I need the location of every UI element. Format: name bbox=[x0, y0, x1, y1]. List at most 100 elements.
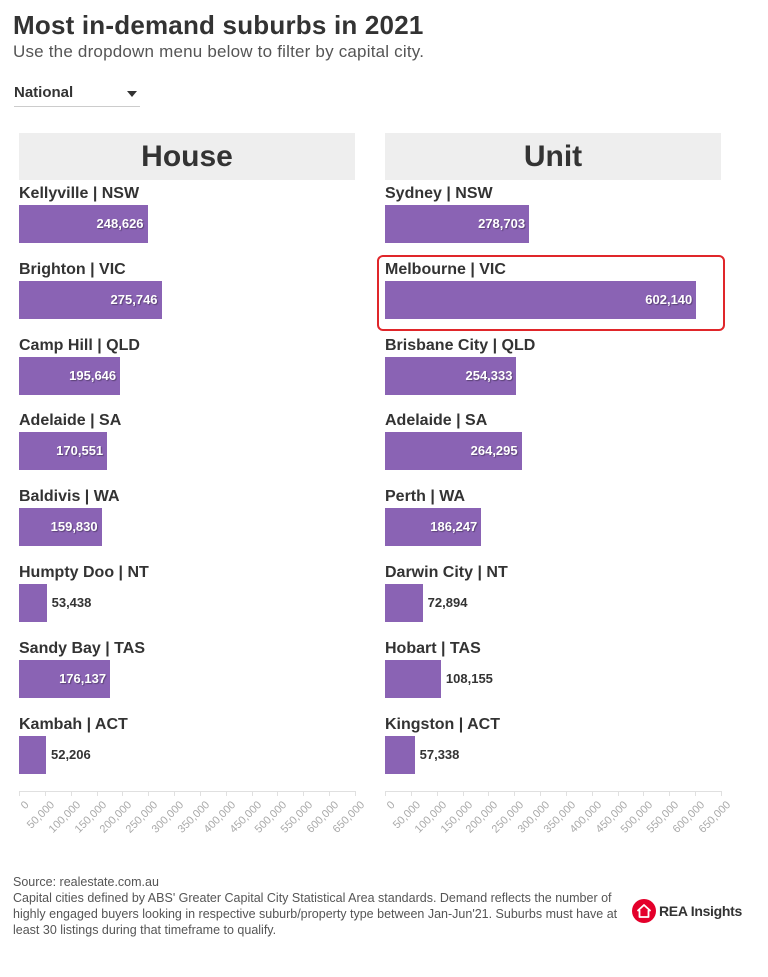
bar[interactable] bbox=[19, 735, 46, 774]
axis-tick bbox=[591, 791, 593, 796]
bar-value-label: 275,746 bbox=[110, 291, 158, 307]
bar-category-label: Darwin City | NT bbox=[385, 564, 508, 581]
bar-value-label: 159,830 bbox=[50, 519, 98, 535]
footer: Source: realestate.com.au Capital cities… bbox=[13, 874, 623, 938]
axis-tick bbox=[148, 791, 150, 796]
bar-value-label: 195,646 bbox=[69, 367, 117, 383]
axis-tick bbox=[540, 791, 542, 796]
axis-line bbox=[385, 791, 721, 792]
axis-tick bbox=[70, 791, 72, 796]
bar-row: Sydney | NSW 278,703 bbox=[385, 185, 721, 261]
bar-row: Brighton | VIC 275,746 bbox=[19, 261, 355, 337]
bar-row: Darwin City | NT 72,894 bbox=[385, 564, 721, 640]
bar-category-label: Kellyville | NSW bbox=[19, 185, 140, 202]
axis-tick bbox=[385, 791, 386, 796]
logo-text: REA Insights bbox=[659, 903, 742, 919]
axis-tick bbox=[251, 791, 253, 796]
source-note: Source: realestate.com.au bbox=[13, 875, 159, 889]
axis-tick bbox=[514, 791, 516, 796]
bar-value-label: 170,551 bbox=[56, 443, 104, 459]
bar[interactable] bbox=[19, 584, 47, 622]
bar-row: Kellyville | NSW 248,626 bbox=[19, 185, 355, 261]
bar[interactable] bbox=[385, 584, 423, 622]
bar-row: Kingston | ACT 57,338 bbox=[385, 716, 721, 792]
rea-house-logo-icon bbox=[632, 899, 656, 923]
bar-category-label: Adelaide | SA bbox=[19, 412, 122, 430]
axis-tick-label: 0 bbox=[384, 799, 398, 812]
axis-tick-label: 0 bbox=[18, 799, 32, 812]
bar-value-label: 254,333 bbox=[465, 367, 513, 383]
bar-value-label: 264,295 bbox=[470, 443, 518, 459]
bar-value-label: 186,247 bbox=[430, 519, 478, 535]
bar[interactable] bbox=[385, 659, 441, 698]
bar-category-label: Baldivis | WA bbox=[19, 488, 120, 506]
bar-value-label: 248,626 bbox=[96, 216, 144, 231]
chart-subtitle: Use the dropdown menu below to filter by… bbox=[13, 42, 425, 61]
melbourne-highlight-box bbox=[377, 255, 725, 331]
bar-category-label: Adelaide | SA bbox=[385, 412, 488, 430]
bar-value-label: 52,206 bbox=[50, 746, 91, 762]
axis-tick bbox=[174, 791, 176, 796]
unit-chart-panel: Unit Sydney | NSW 278,703 Melbourne | VIC 6… bbox=[385, 133, 733, 836]
rea-insights-logo: REA Insights bbox=[632, 898, 742, 924]
bar-category-label: Hobart | TAS bbox=[385, 639, 481, 657]
bar-row: Perth | WA 186,247 bbox=[385, 488, 721, 564]
axis-line bbox=[19, 791, 355, 792]
unit-panel-header: Unit bbox=[385, 133, 721, 180]
bar-row: Baldivis | WA 159,830 bbox=[19, 488, 355, 564]
bar-row: Adelaide | SA 264,295 bbox=[385, 412, 721, 488]
bar-row: Kambah | ACT 52,206 bbox=[19, 716, 355, 792]
bar-row: Humpty Doo | NT 53,438 bbox=[19, 564, 355, 640]
bar-category-label: Kambah | ACT bbox=[19, 715, 128, 733]
bar-value-label: 278,703 bbox=[478, 216, 526, 231]
methodology-note: Capital cities defined by ABS' Greater C… bbox=[13, 891, 618, 937]
bar-value-label: 53,438 bbox=[51, 595, 92, 610]
axis-tick bbox=[721, 791, 722, 796]
axis-tick bbox=[19, 791, 20, 796]
dropdown-selected-value: National bbox=[14, 84, 74, 101]
chart-title: Most in-demand suburbs in 2021 bbox=[13, 10, 424, 40]
axis-tick bbox=[303, 791, 305, 796]
bar-value-label: 108,155 bbox=[445, 670, 493, 686]
axis-tick bbox=[225, 791, 227, 796]
caret-down-icon[interactable] bbox=[127, 91, 137, 97]
axis-tick bbox=[122, 791, 124, 796]
bar-row: Brisbane City | QLD 254,333 bbox=[385, 337, 721, 413]
axis-tick bbox=[277, 791, 279, 796]
bar-row: Hobart | TAS 108,155 bbox=[385, 640, 721, 716]
bar-category-label: Camp Hill | QLD bbox=[19, 336, 140, 354]
axis-tick bbox=[199, 791, 201, 796]
axis-tick bbox=[643, 791, 645, 796]
bar-row: Camp Hill | QLD 195,646 bbox=[19, 337, 355, 413]
axis-tick bbox=[329, 791, 331, 796]
bar-value-label: 176,137 bbox=[59, 670, 107, 686]
bar-row: Adelaide | SA 170,551 bbox=[19, 412, 355, 488]
bar-category-label: Humpty Doo | NT bbox=[19, 564, 149, 581]
unit-x-axis: 0 50,000 100,000 150,000 200,000 250,000 300,0… bbox=[384, 791, 733, 851]
axis-tick bbox=[617, 791, 619, 796]
bar-category-label: Perth | WA bbox=[385, 488, 466, 506]
bar-category-label: Brisbane City | QLD bbox=[385, 336, 536, 354]
bar-category-label: Sandy Bay | TAS bbox=[19, 639, 145, 657]
house-panel-header: House bbox=[19, 133, 355, 180]
house-x-axis: 0 50,000 100,000 150,000 200,000 250,000 300,0… bbox=[18, 791, 367, 851]
bar-value-label: 72,894 bbox=[427, 595, 468, 610]
axis-tick bbox=[462, 791, 464, 796]
bar-value-label: 57,338 bbox=[419, 746, 460, 762]
axis-tick bbox=[410, 791, 412, 796]
house-chart-panel: House Kellyville | NSW 248,626 Brighton | … bbox=[19, 133, 367, 836]
axis-tick bbox=[669, 791, 671, 796]
axis-tick bbox=[44, 791, 46, 796]
city-filter-dropdown[interactable]: National bbox=[14, 82, 140, 107]
axis-tick bbox=[488, 791, 490, 796]
bar[interactable] bbox=[385, 735, 415, 774]
axis-tick bbox=[355, 791, 356, 796]
bar-category-label: Brighton | VIC bbox=[19, 260, 126, 278]
axis-tick bbox=[695, 791, 697, 796]
bar-category-label: Kingston | ACT bbox=[385, 715, 500, 733]
bar-row: Sandy Bay | TAS 176,137 bbox=[19, 640, 355, 716]
axis-tick bbox=[565, 791, 567, 796]
axis-tick bbox=[96, 791, 98, 796]
bar-category-label: Sydney | NSW bbox=[385, 185, 493, 202]
axis-tick bbox=[436, 791, 438, 796]
